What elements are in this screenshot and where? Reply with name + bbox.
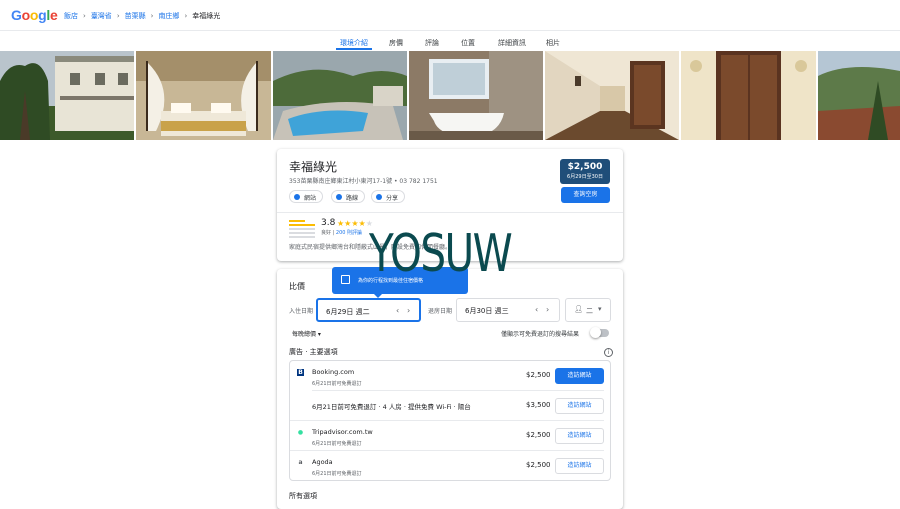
offer-price: $2,500 (526, 371, 551, 379)
featured-options-title: 廣告 · 主要選項 (289, 348, 338, 356)
directions-chip[interactable]: 路線 (331, 190, 366, 203)
chevron-right-icon[interactable]: › (546, 305, 549, 314)
chevron-right-icon[interactable]: › (407, 306, 410, 315)
agoda-logo-icon: a (298, 459, 303, 466)
nightly-price-dropdown[interactable]: 每晚總價 ▾ (292, 329, 321, 338)
offer-price: $2,500 (526, 461, 551, 469)
chevron-right-icon: › (116, 12, 120, 20)
offer-room-details: 6月21日前可免費退訂 · 4 人房 · 提供免費 Wi-Fi · 陽台 (312, 403, 471, 411)
photo-bathroom[interactable] (409, 51, 543, 140)
photo-strip (0, 51, 900, 140)
offer-row[interactable]: 6月21日前可免費退訂 · 4 人房 · 提供免費 Wi-Fi · 陽台 $3,… (290, 391, 610, 421)
breadcrumb-item-province[interactable]: 臺灣省 (91, 12, 112, 20)
chevron-left-icon[interactable]: ‹ (535, 305, 538, 314)
chevron-right-icon: › (83, 12, 86, 20)
visit-site-button[interactable]: 造訪網站 (555, 428, 604, 444)
share-chip[interactable]: 分享 (371, 190, 406, 203)
star-rating-icon: ★★★★★ (337, 219, 373, 228)
visit-site-button[interactable]: 造訪網站 (555, 398, 604, 414)
directions-icon (336, 194, 342, 200)
booking-logo-icon: B (297, 369, 304, 376)
google-logo[interactable]: Google (11, 7, 58, 23)
visit-site-button[interactable]: 造訪網站 (555, 458, 604, 474)
breadcrumb: 飯店 › 臺灣省 › 苗栗縣 › 南庄鄉 › 幸福綠光 (64, 11, 220, 21)
offer-cancellation: 6月21日前可免費退訂 (312, 381, 362, 387)
reviews-link[interactable]: 200 則評論 (336, 230, 362, 236)
tab-photos[interactable]: 相片 (546, 38, 560, 48)
offer-row[interactable]: a Agoda 6月21日前可免費退訂 $2,500 造訪網站 (290, 451, 610, 481)
tab-details[interactable]: 詳細資訊 (498, 38, 526, 48)
breadcrumb-item-township[interactable]: 南庄鄉 (158, 12, 179, 20)
tab-overview[interactable]: 環境介紹 (340, 38, 368, 48)
checkout-label: 退房日期 (428, 308, 453, 315)
tripadvisor-logo-icon: ● (297, 429, 304, 436)
chevron-right-icon: › (184, 12, 188, 20)
checkin-date-field[interactable]: 6月29日 週二 ‹ › (316, 298, 421, 322)
checkout-date-field[interactable]: 6月30日 週三 ‹ › (456, 298, 560, 322)
price-dates: 6月29日至30日 (567, 174, 603, 180)
offer-row[interactable]: ● Tripadvisor.com.tw 6月21日前可免費退訂 $2,500 … (290, 421, 610, 451)
tab-reviews[interactable]: 評論 (425, 38, 439, 48)
top-bar: Google 飯店 › 臺灣省 › 苗栗縣 › 南庄鄉 › 幸福綠光 (0, 0, 900, 31)
offer-cancellation: 6月21日前可免費退訂 (312, 441, 362, 447)
share-icon (376, 194, 382, 200)
offer-row[interactable]: B Booking.com 6月21日前可免費退訂 $2,500 造訪網站 (290, 361, 610, 391)
rating-value: 3.8 (321, 218, 336, 228)
offer-provider-name: Tripadvisor.com.tw (312, 428, 373, 436)
all-options-title: 所有選項 (289, 492, 317, 500)
chevron-left-icon[interactable]: ‹ (396, 306, 399, 315)
price-value: $2,500 (567, 162, 603, 172)
photo-hallway[interactable] (545, 51, 679, 140)
breadcrumb-item-current: 幸福綠光 (192, 12, 221, 20)
breadcrumb-item-hotels[interactable]: 飯店 (64, 12, 78, 20)
hotel-address[interactable]: 353苗栗縣南庄鄉東江村小東河17-1號 • 03 782 1751 (289, 176, 438, 185)
divider (277, 212, 623, 213)
rating-distribution (289, 220, 315, 240)
watermark: YOSUW (369, 224, 513, 284)
photo-exterior[interactable] (0, 51, 134, 140)
tab-location[interactable]: 位置 (461, 38, 475, 48)
globe-icon (294, 194, 300, 200)
calendar-icon (341, 275, 350, 284)
photo-pool[interactable] (273, 51, 407, 140)
tab-prices[interactable]: 房價 (389, 38, 403, 48)
hotel-name: 幸福綠光 (289, 160, 338, 174)
rating-summary: 良好 | 200 則評論 (321, 230, 363, 236)
photo-bedroom[interactable] (136, 51, 271, 140)
offer-price: $2,500 (526, 431, 551, 439)
pricing-title: 比價 (289, 282, 305, 291)
price-badge: $2,500 6月29日至30日 (560, 159, 610, 184)
offer-price: $3,500 (526, 401, 551, 409)
info-icon[interactable]: i (604, 348, 613, 357)
active-tab-indicator (336, 48, 372, 50)
free-cancel-toggle[interactable] (590, 327, 609, 338)
offers-list: B Booking.com 6月21日前可免費退訂 $2,500 造訪網站 6月… (289, 360, 611, 481)
person-icon: 👤︎ (574, 305, 583, 313)
checkin-label: 入住日期 (289, 308, 314, 315)
check-availability-button[interactable]: 查詢空房 (561, 187, 610, 203)
offer-provider-name: Agoda (312, 458, 333, 466)
free-cancel-label: 僅顯示可免費退訂的搜尋結果 (501, 331, 580, 338)
chevron-down-icon: ▾ (598, 305, 602, 313)
photo-carved-door[interactable] (681, 51, 816, 140)
offer-provider-name: Booking.com (312, 368, 355, 376)
photo-garden[interactable] (818, 51, 900, 140)
visit-site-button[interactable]: 造訪網站 (555, 368, 604, 384)
breadcrumb-item-county[interactable]: 苗栗縣 (125, 12, 146, 20)
offer-cancellation: 6月21日前可免費退訂 (312, 471, 362, 477)
website-chip[interactable]: 網站 (289, 190, 324, 203)
chevron-right-icon: › (150, 12, 154, 20)
guests-selector[interactable]: 👤︎ 二 ▾ (565, 298, 611, 322)
